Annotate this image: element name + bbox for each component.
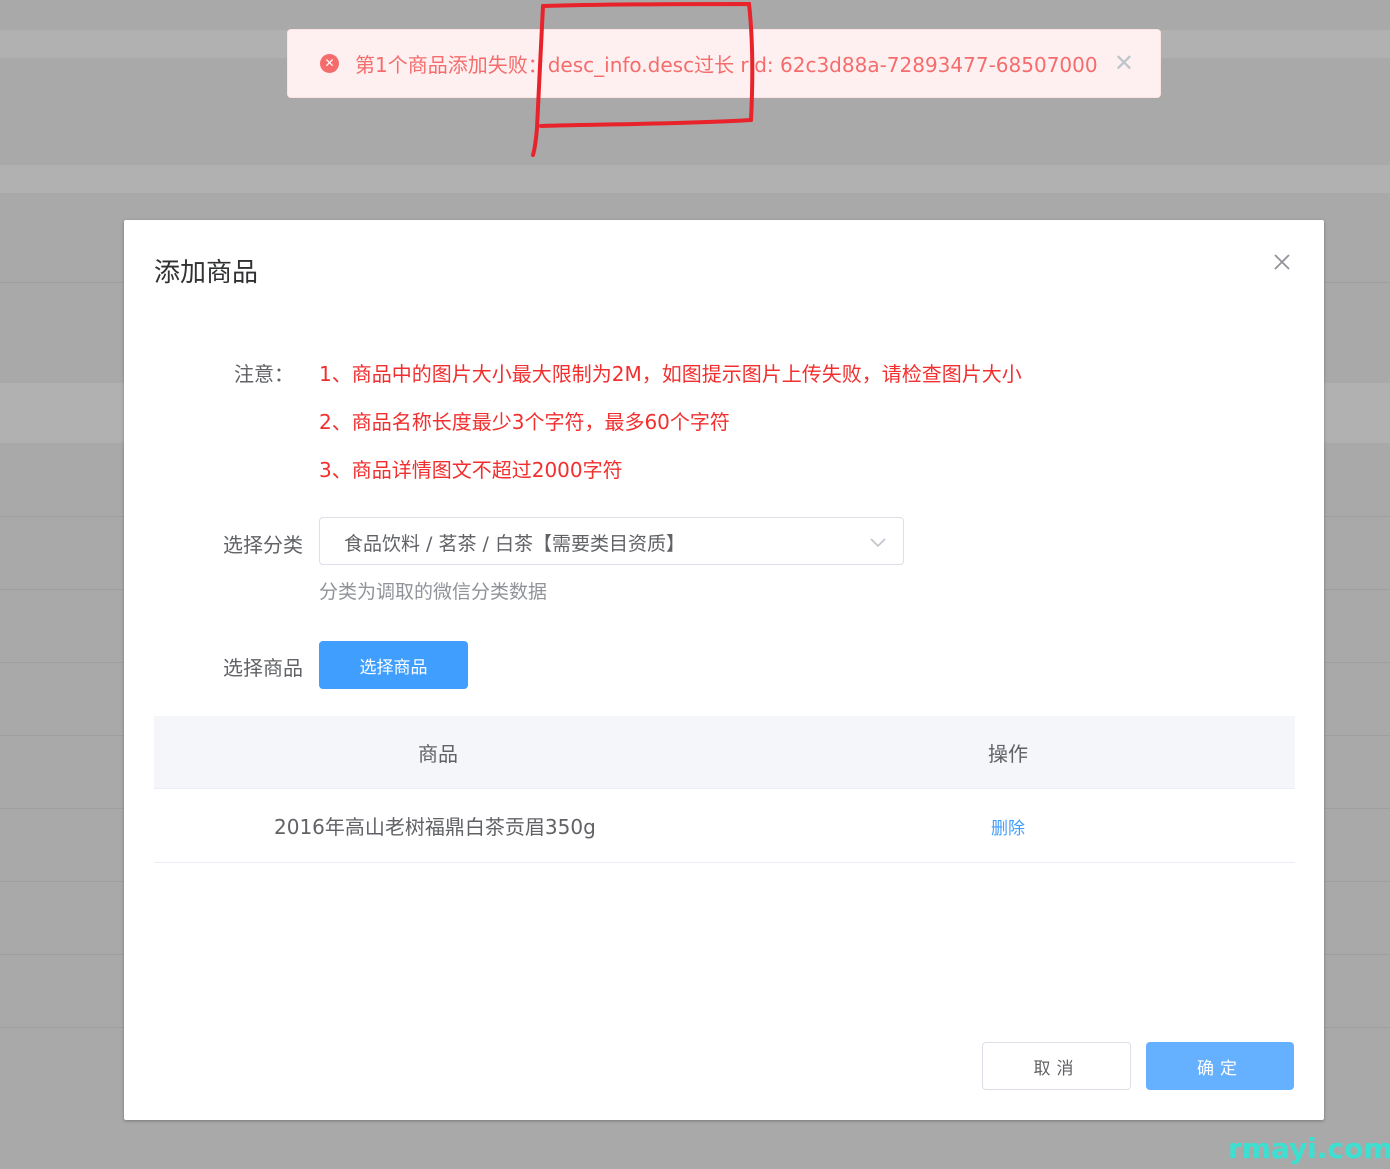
- add-product-dialog: 添加商品 注意： 1、商品中的图片大小最大限制为2M，如图提示图片上传失败，请检…: [124, 220, 1324, 1120]
- category-label: 选择分类: [223, 533, 303, 557]
- select-product-button[interactable]: 选择商品: [319, 641, 468, 689]
- background-band: [0, 165, 1390, 193]
- table-row: 2016年高山老树福鼎白茶贡眉350g 删除: [154, 789, 1295, 863]
- delete-link[interactable]: 删除: [991, 814, 1025, 839]
- error-toast: ✕ 第1个商品添加失败：desc_info.desc过长 rid: 62c3d8…: [287, 29, 1161, 98]
- product-select-label: 选择商品: [223, 656, 303, 680]
- column-header-action: 操作: [988, 742, 1028, 766]
- category-hint: 分类为调取的微信分类数据: [319, 581, 548, 603]
- category-select-value: 食品饮料 / 茗茶 / 白茶【需要类目资质】: [344, 533, 685, 555]
- dialog-title: 添加商品: [154, 258, 259, 288]
- notice-line: 3、商品详情图文不超过2000字符: [319, 458, 623, 482]
- confirm-button[interactable]: 确定: [1146, 1042, 1294, 1090]
- notice-label: 注意：: [234, 362, 294, 386]
- product-name-cell: 2016年高山老树福鼎白茶贡眉350g: [274, 815, 596, 839]
- error-circle-icon: ✕: [320, 54, 339, 73]
- category-select[interactable]: 食品饮料 / 茗茶 / 白茶【需要类目资质】: [319, 517, 904, 565]
- close-icon[interactable]: ✕: [1114, 50, 1134, 76]
- table-header: 商品 操作: [154, 716, 1295, 789]
- chevron-down-icon: [870, 538, 886, 548]
- toast-message: 第1个商品添加失败：desc_info.desc过长 rid: 62c3d88a…: [355, 53, 1098, 77]
- column-header-product: 商品: [418, 742, 458, 766]
- notice-line: 2、商品名称长度最少3个字符，最多60个字符: [319, 410, 730, 434]
- cancel-button[interactable]: 取消: [982, 1042, 1131, 1090]
- product-table: 商品 操作 2016年高山老树福鼎白茶贡眉350g 删除: [154, 716, 1295, 863]
- notice-line: 1、商品中的图片大小最大限制为2M，如图提示图片上传失败，请检查图片大小: [319, 362, 1022, 386]
- watermark: rmayi.com: [1228, 1132, 1390, 1165]
- close-icon[interactable]: [1272, 252, 1292, 272]
